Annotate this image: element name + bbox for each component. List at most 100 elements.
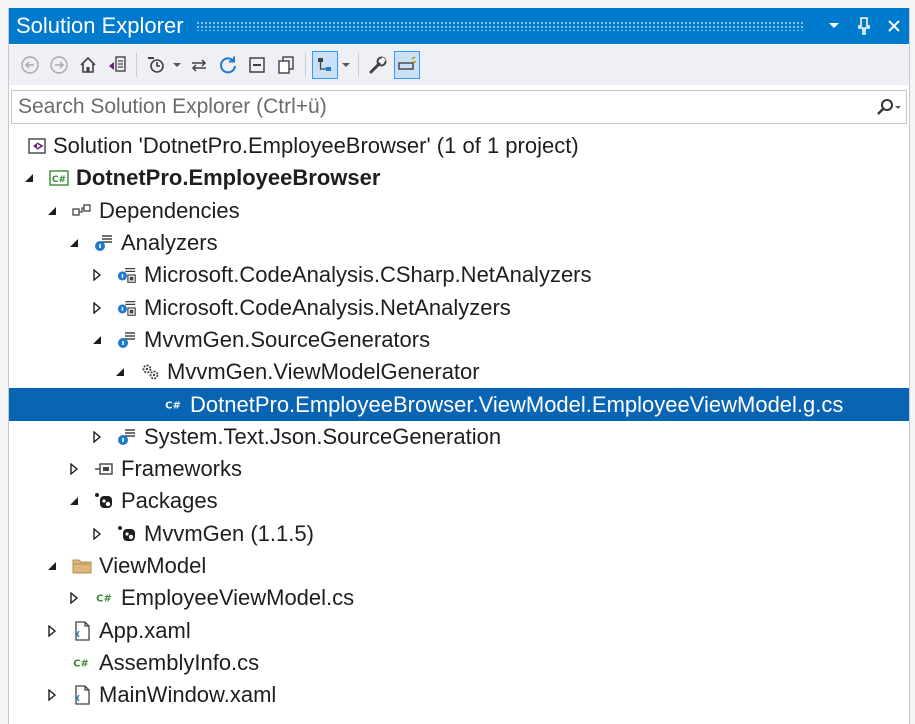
- tree-item-label: Microsoft.CodeAnalysis.CSharp.NetAnalyze…: [144, 262, 592, 288]
- tree-item-label: App.xaml: [99, 617, 191, 643]
- drag-grip[interactable]: [195, 21, 805, 31]
- pending-changes-filter-icon[interactable]: [143, 51, 169, 79]
- tree-item-label: AssemblyInfo.cs: [99, 649, 260, 675]
- tree-item-label: MainWindow.xaml: [99, 682, 277, 708]
- expanded-arrow-icon[interactable]: [22, 171, 36, 185]
- expanded-arrow-icon[interactable]: [67, 494, 81, 508]
- tree-item-system-text-json[interactable]: System.Text.Json.SourceGeneration: [9, 421, 909, 453]
- solution-explorer-window: Solution Explorer Search Solution Explor…: [8, 8, 910, 724]
- gears-icon: [140, 362, 160, 382]
- collapse-all-icon[interactable]: [244, 51, 270, 79]
- forward-icon[interactable]: [46, 51, 72, 79]
- refresh-icon[interactable]: [215, 51, 241, 79]
- sync-with-active-document-icon[interactable]: [186, 51, 212, 79]
- toolbar: [9, 45, 909, 85]
- expanded-arrow-icon[interactable]: [45, 559, 59, 573]
- tree-item-label: DotnetPro.EmployeeBrowser.ViewModel.Empl…: [190, 391, 844, 417]
- tree-item-analyzer-csharp[interactable]: Microsoft.CodeAnalysis.CSharp.NetAnalyze…: [9, 259, 909, 291]
- expanded-arrow-icon[interactable]: [67, 236, 81, 250]
- switch-views-icon[interactable]: [104, 51, 130, 79]
- csharp-file-icon: C#: [71, 653, 91, 673]
- window-title: Solution Explorer: [16, 13, 184, 38]
- analyzer-icon: [117, 427, 137, 447]
- tree-item-label: ViewModel: [99, 553, 207, 578]
- search-input[interactable]: [12, 91, 872, 123]
- tree-item-label: Packages: [121, 488, 218, 514]
- nuget-package-icon: [94, 491, 114, 511]
- solution-tree: Solution 'DotnetPro.EmployeeBrowser' (1 …: [9, 130, 909, 711]
- collapsed-arrow-icon[interactable]: [90, 268, 104, 282]
- tree-item-dependencies[interactable]: Dependencies: [9, 195, 909, 227]
- tree-item-assembly-info[interactable]: C# AssemblyInfo.cs: [9, 647, 909, 679]
- xaml-file-icon: [72, 620, 92, 641]
- collapsed-arrow-icon[interactable]: [90, 430, 104, 444]
- analyzer-assembly-icon: [117, 298, 137, 318]
- tree-item-analyzer-net[interactable]: Microsoft.CodeAnalysis.NetAnalyzers: [9, 291, 909, 323]
- frameworks-icon: [94, 459, 114, 479]
- csharp-file-icon: C#: [163, 395, 183, 415]
- tree-item-viewmodel-generator[interactable]: MvvmGen.ViewModelGenerator: [9, 356, 909, 388]
- tree-item-label: Analyzers: [121, 230, 218, 256]
- home-icon[interactable]: [75, 51, 101, 79]
- svg-text:C#: C#: [96, 594, 112, 605]
- collapsed-arrow-icon[interactable]: [45, 688, 59, 702]
- svg-text:C#: C#: [73, 659, 89, 670]
- search-icon[interactable]: [872, 98, 906, 116]
- search-box: [11, 90, 907, 124]
- tree-item-label: Frameworks: [121, 456, 243, 482]
- filter-dropdown-icon[interactable]: [172, 51, 182, 79]
- preview-selected-items-icon[interactable]: [394, 51, 420, 79]
- collapsed-arrow-icon[interactable]: [67, 462, 81, 476]
- nuget-package-icon: [117, 524, 137, 544]
- tree-item-generated-file[interactable]: C# DotnetPro.EmployeeBrowser.ViewModel.E…: [9, 388, 909, 421]
- csharp-project-icon: C#: [49, 168, 69, 188]
- tree-item-label: Dependencies: [99, 197, 240, 223]
- collapsed-arrow-icon[interactable]: [67, 591, 81, 605]
- tree-item-label: Microsoft.CodeAnalysis.NetAnalyzers: [144, 294, 511, 320]
- tree-item-app-xaml[interactable]: App.xaml: [9, 614, 909, 646]
- tree-item-mvvmgen-source-generators[interactable]: MvvmGen.SourceGenerators: [9, 324, 909, 356]
- properties-wrench-icon[interactable]: [365, 51, 391, 79]
- toolbar-separator: [305, 53, 306, 77]
- folder-icon: [72, 556, 92, 576]
- tree-item-employee-viewmodel[interactable]: C# EmployeeViewModel.cs: [9, 582, 909, 614]
- tree-item-solution[interactable]: Solution 'DotnetPro.EmployeeBrowser' (1 …: [9, 130, 909, 162]
- analyzer-assembly-icon: [117, 265, 137, 285]
- csharp-file-icon: C#: [94, 588, 114, 608]
- window-menu-dropdown-icon[interactable]: [819, 11, 849, 41]
- toolbar-separator: [358, 53, 359, 77]
- svg-text:C#: C#: [52, 175, 66, 185]
- solution-icon: [27, 136, 47, 156]
- show-all-files-icon[interactable]: [273, 51, 299, 79]
- analyzer-icon: [94, 233, 114, 253]
- tree-item-analyzers[interactable]: Analyzers: [9, 227, 909, 259]
- tree-view-toggle-icon[interactable]: [312, 51, 338, 79]
- tree-item-main-window-xaml[interactable]: MainWindow.xaml: [9, 679, 909, 711]
- svg-text:C#: C#: [165, 400, 181, 411]
- tree-item-frameworks[interactable]: Frameworks: [9, 453, 909, 485]
- pin-icon[interactable]: [849, 11, 879, 41]
- tree-item-packages[interactable]: Packages: [9, 485, 909, 517]
- toolbar-separator: [136, 53, 137, 77]
- tree-item-label: MvvmGen.SourceGenerators: [144, 326, 431, 352]
- tree-item-label: MvvmGen.ViewModelGenerator: [167, 359, 480, 385]
- close-icon[interactable]: [879, 11, 909, 41]
- collapsed-arrow-icon[interactable]: [90, 301, 104, 315]
- back-icon[interactable]: [17, 51, 43, 79]
- expanded-arrow-icon[interactable]: [45, 204, 59, 218]
- tree-item-label: Solution 'DotnetPro.EmployeeBrowser' (1 …: [53, 133, 579, 159]
- tree-item-mvvmgen-package[interactable]: MvvmGen (1.1.5): [9, 518, 909, 550]
- expanded-arrow-icon[interactable]: [90, 333, 104, 347]
- collapsed-arrow-icon[interactable]: [45, 624, 59, 638]
- expanded-arrow-icon[interactable]: [113, 365, 127, 379]
- tree-item-project[interactable]: C# DotnetPro.EmployeeBrowser: [9, 162, 909, 194]
- dependencies-icon: [72, 201, 92, 221]
- view-dropdown-icon[interactable]: [341, 51, 351, 79]
- analyzer-icon: [117, 330, 137, 350]
- collapsed-arrow-icon[interactable]: [90, 527, 104, 541]
- tree-item-label: MvvmGen (1.1.5): [144, 520, 314, 546]
- tree-item-viewmodel-folder[interactable]: ViewModel: [9, 550, 909, 582]
- title-bar: Solution Explorer: [9, 8, 909, 44]
- tree-item-label: EmployeeViewModel.cs: [121, 585, 355, 611]
- tree-item-label: System.Text.Json.SourceGeneration: [144, 423, 502, 449]
